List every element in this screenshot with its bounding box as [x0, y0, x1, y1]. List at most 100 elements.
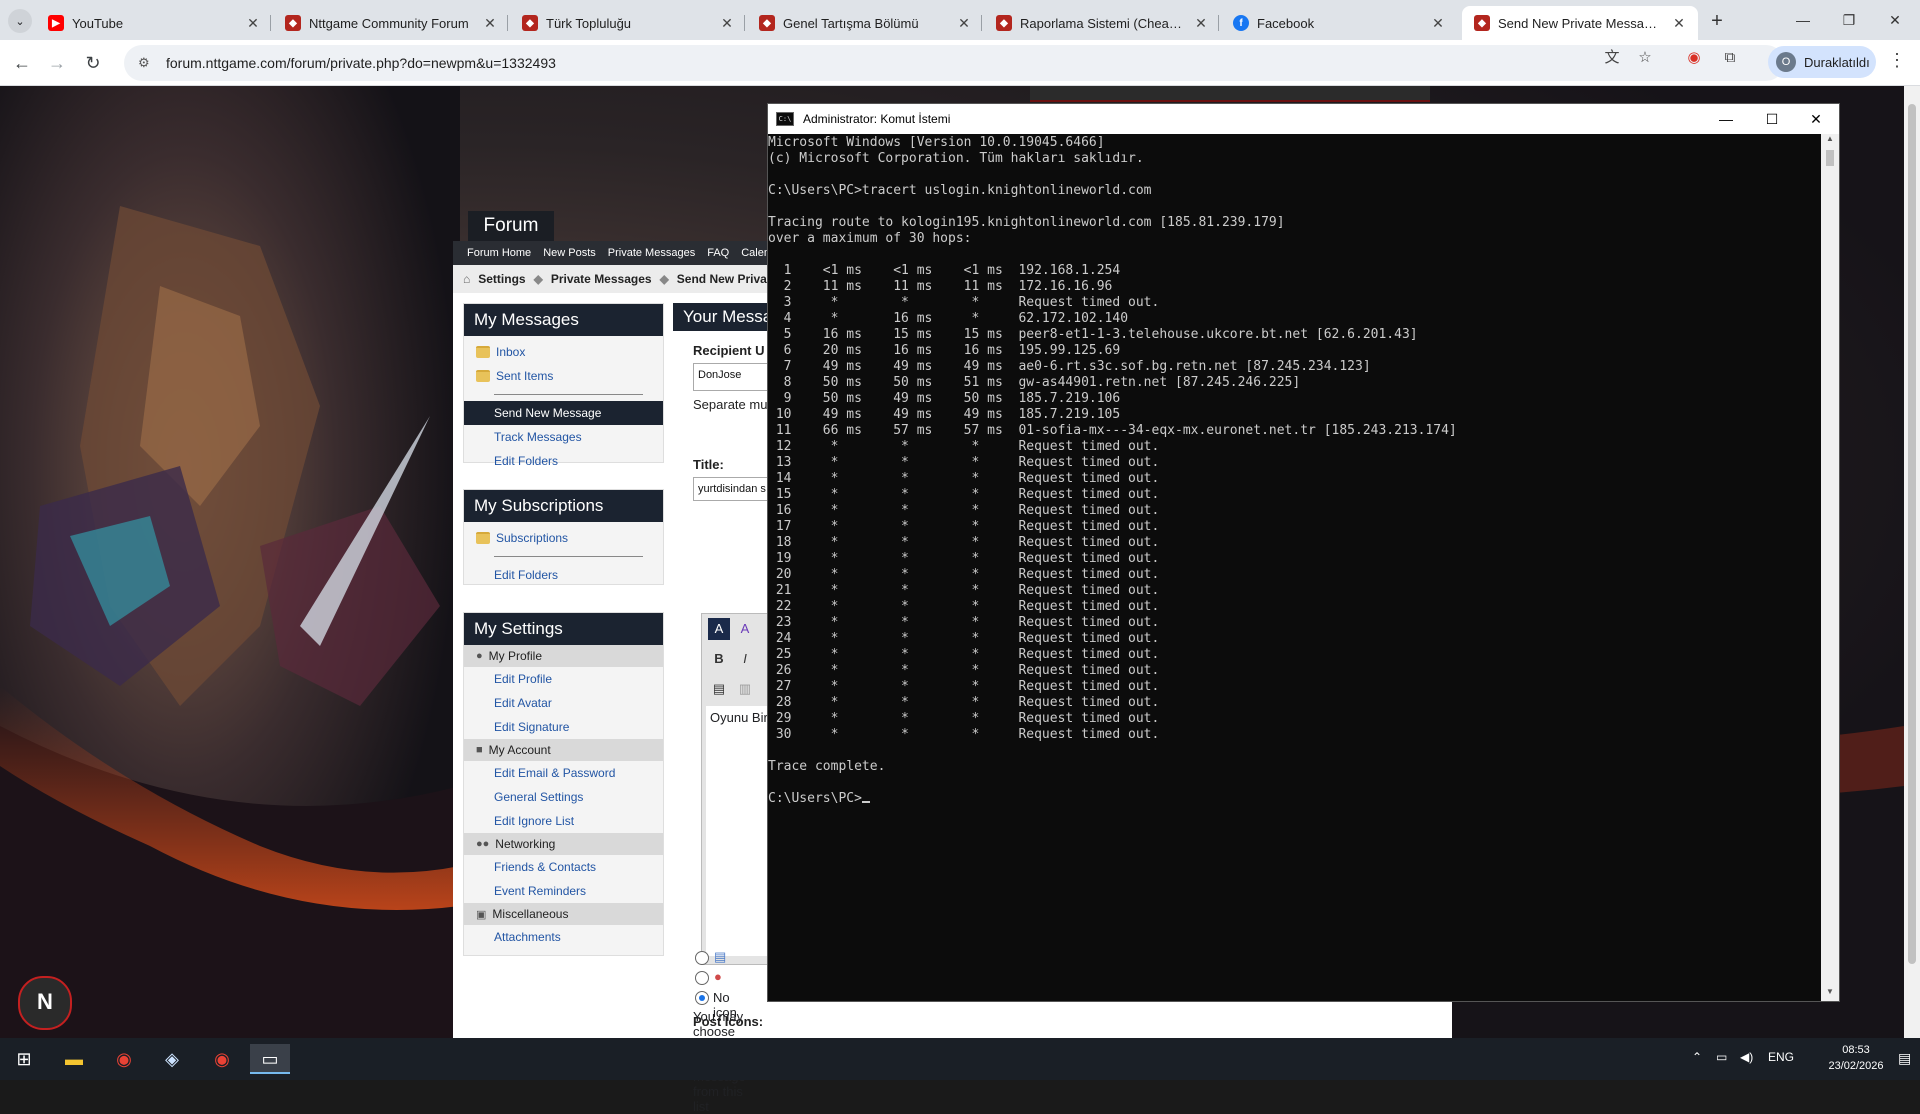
record-extension-icon[interactable]: ◉ [1684, 48, 1704, 68]
wysiwyg-toggle-icon[interactable]: A [708, 618, 730, 640]
page-scrollbar[interactable] [1904, 86, 1920, 1038]
chrome-icon[interactable]: ◉ [104, 1044, 144, 1074]
scroll-down-icon[interactable]: ▼ [1821, 987, 1839, 1001]
event-reminders-link[interactable]: Event Reminders [464, 879, 663, 903]
font-icon[interactable]: A [734, 618, 756, 640]
tray-overflow-icon[interactable]: ⌃ [1692, 1050, 1702, 1064]
profile-button[interactable]: O Duraklatıldı [1768, 46, 1876, 78]
tab-send-private-message[interactable]: ◆ Send New Private Message - N ✕ [1462, 6, 1698, 40]
translate-icon[interactable]: 文 [1602, 48, 1622, 68]
send-new-message-link[interactable]: Send New Message [464, 401, 663, 425]
tab-nttgame-forum[interactable]: ◆ Nttgame Community Forum ✕ [273, 6, 509, 40]
group-my-profile: ● My Profile [464, 645, 663, 667]
align-icon[interactable]: ▤ [708, 678, 730, 700]
reload-button[interactable]: ↻ [80, 50, 106, 76]
file-explorer-icon[interactable]: ▬ [54, 1044, 94, 1074]
network-icon[interactable]: ▭ [1716, 1050, 1727, 1064]
close-tab-icon[interactable]: ✕ [482, 15, 498, 32]
nav-faq[interactable]: FAQ [707, 247, 729, 259]
forward-button[interactable]: → [44, 50, 70, 76]
cmd-line: 6 20 ms 16 ms 16 ms 195.99.125.69 [768, 343, 1121, 358]
cmd-line: 27 * * * Request timed out. [768, 679, 1160, 694]
browser-menu-icon[interactable]: ⋮ [1888, 50, 1906, 71]
scrollbar-thumb[interactable] [1908, 104, 1916, 964]
breadcrumb-settings[interactable]: Settings [478, 272, 525, 286]
friends-contacts-link[interactable]: Friends & Contacts [464, 855, 663, 879]
folder-label: Subscriptions [496, 531, 569, 545]
minimize-button[interactable]: — [1780, 4, 1826, 36]
attachments-link[interactable]: Attachments [464, 925, 663, 949]
edit-avatar-link[interactable]: Edit Avatar [464, 691, 663, 715]
close-tab-icon[interactable]: ✕ [1430, 15, 1446, 32]
post-icon-radio-2[interactable] [695, 971, 709, 985]
restore-button[interactable]: ❐ [1826, 4, 1872, 36]
chrome-profile-icon[interactable]: ◉ [202, 1044, 242, 1074]
bold-button[interactable]: B [708, 648, 730, 670]
scroll-up-icon[interactable]: ▲ [1821, 134, 1839, 148]
nav-new-posts[interactable]: New Posts [543, 247, 596, 259]
address-bar[interactable]: ⚙ forum.nttgame.com/forum/private.php?do… [124, 45, 1784, 81]
cmd-line: 5 16 ms 15 ms 15 ms peer8-et1-1-3.teleho… [768, 327, 1418, 342]
nav-private-messages[interactable]: Private Messages [608, 247, 695, 259]
tab-title: Send New Private Message - N [1498, 15, 1663, 31]
bookmark-star-icon[interactable]: ☆ [1635, 48, 1655, 68]
steam-icon[interactable]: ◈ [152, 1044, 192, 1074]
edit-signature-link[interactable]: Edit Signature [464, 715, 663, 739]
forum-tab[interactable]: Forum [468, 211, 554, 241]
folder-sent-items[interactable]: Sent Items [464, 364, 663, 388]
align-center-icon[interactable]: ▥ [734, 678, 756, 700]
nav-forum-home[interactable]: Forum Home [467, 247, 531, 259]
clock-date: 23/02/2026 [1828, 1060, 1884, 1072]
edit-ignore-list-link[interactable]: Edit Ignore List [464, 809, 663, 833]
general-settings-link[interactable]: General Settings [464, 785, 663, 809]
track-messages-link[interactable]: Track Messages [464, 425, 663, 449]
cmd-maximize-button[interactable]: ☐ [1749, 104, 1795, 134]
cmd-line: 23 * * * Request timed out. [768, 615, 1160, 630]
cmd-line: 8 50 ms 50 ms 51 ms gw-as44901.retn.net … [768, 375, 1301, 390]
close-tab-icon[interactable]: ✕ [1193, 15, 1209, 32]
terminal-icon[interactable]: ▭ [250, 1044, 290, 1074]
cmd-minimize-button[interactable]: — [1703, 104, 1749, 134]
home-icon[interactable]: ⌂ [463, 272, 470, 286]
close-tab-icon[interactable]: ✕ [956, 15, 972, 32]
cmd-scrollbar[interactable]: ▲ ▼ [1821, 134, 1839, 1001]
cmd-close-button[interactable]: ✕ [1793, 104, 1839, 134]
post-icon-radio-1[interactable] [695, 951, 709, 965]
close-tab-icon[interactable]: ✕ [719, 15, 735, 32]
folder-inbox[interactable]: Inbox [464, 340, 663, 364]
volume-icon[interactable]: ◀) [1740, 1050, 1753, 1064]
cmd-title-bar[interactable]: C:\ Administrator: Komut İstemi — ☐ ✕ [768, 104, 1839, 134]
notification-center-icon[interactable]: ▤ [1898, 1050, 1911, 1067]
close-button[interactable]: ✕ [1872, 4, 1918, 36]
edit-folders-link[interactable]: Edit Folders [464, 449, 663, 473]
tab-youtube[interactable]: ▶ YouTube ✕ [36, 6, 272, 40]
language-indicator[interactable]: ENG [1768, 1050, 1794, 1064]
misc-icon: ▣ [476, 908, 487, 921]
edit-profile-link[interactable]: Edit Profile [464, 667, 663, 691]
new-tab-button[interactable]: + [1703, 8, 1731, 36]
edit-subscription-folders-link[interactable]: Edit Folders [464, 563, 663, 587]
close-tab-icon[interactable]: ✕ [245, 15, 261, 32]
breadcrumb-separator-icon: ◆ [659, 272, 669, 286]
cmd-line: 24 * * * Request timed out. [768, 631, 1160, 646]
tab-search-button[interactable]: ⌄ [8, 9, 32, 33]
tab-facebook[interactable]: f Facebook ✕ [1221, 6, 1457, 40]
cmd-line: 25 * * * Request timed out. [768, 647, 1160, 662]
site-info-icon[interactable]: ⚙ [138, 55, 156, 71]
group-label: Miscellaneous [492, 907, 569, 921]
no-icon-radio[interactable] [695, 991, 709, 1005]
extensions-icon[interactable]: ⧉ [1720, 48, 1740, 68]
tab-genel-tartisma[interactable]: ◆ Genel Tartışma Bölümü ✕ [747, 6, 983, 40]
back-button[interactable]: ← [9, 50, 35, 76]
tab-turk-toplulugu[interactable]: ◆ Türk Topluluğu ✕ [510, 6, 746, 40]
cmd-output[interactable]: Microsoft Windows [Version 10.0.19045.64… [768, 134, 1819, 1001]
edit-email-password-link[interactable]: Edit Email & Password [464, 761, 663, 785]
close-tab-icon[interactable]: ✕ [1671, 15, 1687, 32]
system-clock[interactable]: 08:53 23/02/2026 [1820, 1042, 1892, 1074]
folder-subscriptions[interactable]: Subscriptions [464, 526, 663, 550]
italic-button[interactable]: I [734, 648, 756, 670]
cmd-scrollbar-thumb[interactable] [1826, 150, 1834, 166]
windows-start-icon[interactable]: ⊞ [4, 1044, 44, 1074]
tab-raporlama[interactable]: ◆ Raporlama Sistemi (Cheat Repo ✕ [984, 6, 1220, 40]
breadcrumb-private-messages[interactable]: Private Messages [551, 272, 652, 286]
